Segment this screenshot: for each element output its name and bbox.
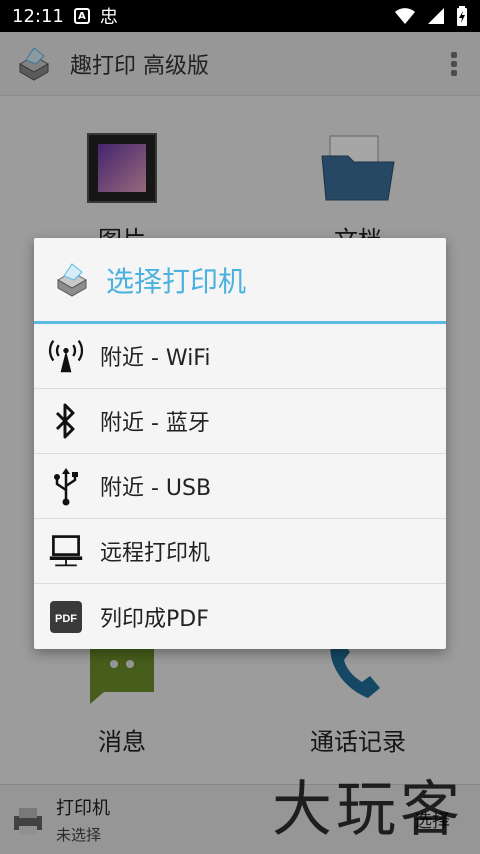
printer-option-remote[interactable]: 远程打印机	[34, 519, 446, 584]
printer-option-label: 远程打印机	[100, 541, 211, 566]
printer-option-label: 列印成PDF	[100, 606, 209, 632]
printer-option-usb[interactable]: 附近 - USB	[34, 454, 446, 519]
cell-signal-icon	[428, 8, 444, 24]
printer-option-label: 附近 - WiFi	[100, 346, 211, 371]
dialog-title: 选择打印机	[106, 264, 247, 298]
wifi-tower-icon	[48, 338, 84, 374]
printer-option-bluetooth[interactable]: 附近 - 蓝牙	[34, 389, 446, 454]
app-notification-icon: 忠	[99, 7, 118, 28]
pdf-icon: PDF	[48, 599, 84, 635]
printer-option-label: 附近 - 蓝牙	[100, 411, 210, 436]
printer-option-pdf[interactable]: PDF 列印成PDF	[34, 584, 446, 649]
status-bar: 12:11 A 忠	[0, 0, 480, 32]
bluetooth-icon	[48, 403, 84, 439]
printer-logo-icon	[56, 262, 88, 297]
status-time: 12:11	[12, 5, 64, 27]
svg-text:PDF: PDF	[55, 613, 77, 625]
a-badge-icon: A	[73, 8, 90, 24]
dialog-header: 选择打印机	[34, 238, 446, 324]
battery-icon	[457, 6, 467, 26]
remote-computer-icon	[48, 533, 84, 569]
wifi-signal-icon	[395, 8, 415, 24]
select-printer-dialog: 选择打印机 附近 - WiFi 附近 - 蓝牙 附近 - USB 远程打印机 P…	[34, 238, 446, 649]
printer-option-label: 附近 - USB	[100, 476, 212, 501]
usb-icon	[48, 468, 84, 506]
printer-option-wifi[interactable]: 附近 - WiFi	[34, 324, 446, 389]
